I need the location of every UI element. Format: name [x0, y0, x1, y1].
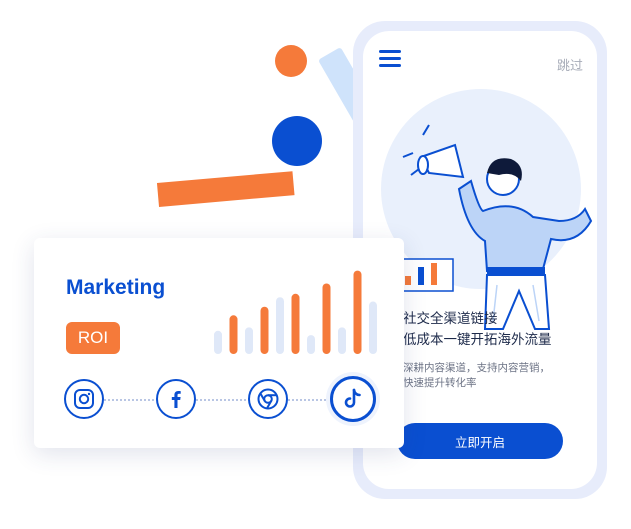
- card-bar: [338, 327, 346, 354]
- card-bar: [291, 293, 300, 354]
- card-bar: [353, 270, 362, 354]
- card-bar: [369, 301, 377, 354]
- marketing-card: Marketing ROI: [34, 238, 404, 448]
- card-bar: [276, 297, 284, 354]
- roi-badge: ROI: [66, 322, 120, 354]
- instagram-icon[interactable]: [64, 379, 104, 419]
- decorative-blue-dot: [272, 116, 322, 166]
- subtext: 深耕内容渠道，支持内容营销， 快速提升转化率: [403, 362, 550, 389]
- card-bar: [214, 330, 222, 354]
- card-bar: [322, 283, 331, 354]
- chrome-icon[interactable]: [248, 379, 288, 419]
- start-now-button[interactable]: 立即开启: [397, 423, 563, 459]
- card-bar: [229, 315, 238, 354]
- bar-graphic: [214, 270, 377, 354]
- card-title: Marketing: [66, 276, 166, 299]
- hamburger-menu-icon[interactable]: [379, 50, 401, 68]
- headline: 社交全渠道链接 低成本一键开拓海外流量: [403, 311, 552, 348]
- card-bar: [260, 306, 269, 354]
- card-bar: [245, 327, 253, 354]
- decorative-orange-bar: [156, 171, 295, 207]
- decorative-orange-dot: [275, 45, 307, 77]
- tiktok-icon[interactable]: [330, 376, 376, 422]
- card-bar: [307, 335, 315, 354]
- facebook-icon[interactable]: [156, 379, 196, 419]
